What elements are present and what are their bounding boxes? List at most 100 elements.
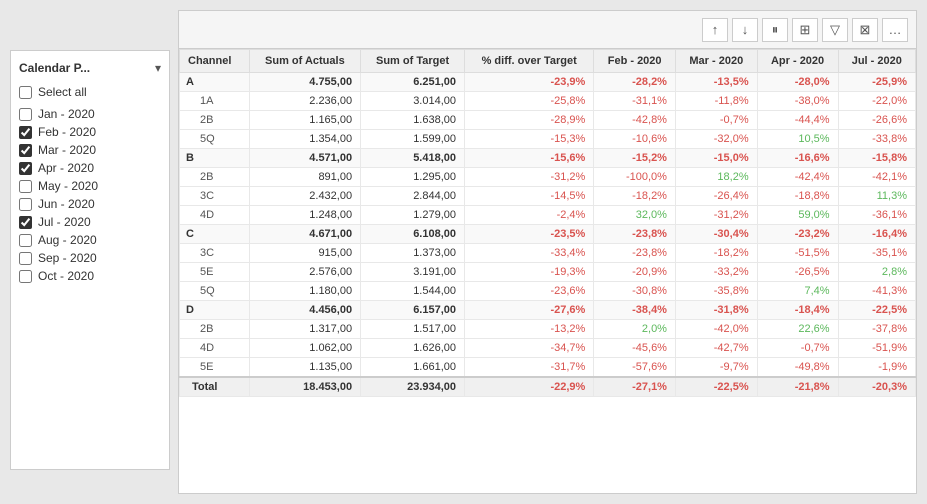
sidebar-item[interactable]: Aug - 2020 (19, 231, 161, 249)
table-cell: 5E (180, 263, 250, 282)
sidebar-collapse-icon[interactable]: ▾ (155, 61, 161, 75)
table-row: 5E2.576,003.191,00-19,3%-20,9%-33,2%-26,… (180, 263, 916, 282)
sidebar-item[interactable]: Jun - 2020 (19, 195, 161, 213)
table-cell: Total (180, 377, 250, 397)
table-cell: -15,6% (465, 149, 594, 168)
filter-label[interactable]: Sep - 2020 (38, 251, 97, 265)
sidebar-items-list: Jan - 2020 Feb - 2020 Mar - 2020 Apr - 2020… (19, 105, 161, 285)
filter-checkbox[interactable] (19, 144, 32, 157)
table-cell: 2.576,00 (249, 263, 360, 282)
table-cell: 3.191,00 (361, 263, 465, 282)
table-cell: 10,5% (757, 130, 838, 149)
table-cell: -57,6% (594, 358, 676, 378)
table-cell: 1.373,00 (361, 244, 465, 263)
export-button[interactable]: ⊠ (852, 18, 878, 42)
table-cell: -51,5% (757, 244, 838, 263)
table-cell: 6.251,00 (361, 73, 465, 92)
table-row: 4D1.248,001.279,00-2,4%32,0%-31,2%59,0%-… (180, 206, 916, 225)
toolbar: ↑ ↓ ⏸ ⊞ ▽ ⊠ … (178, 10, 917, 48)
table-cell: -36,1% (838, 206, 915, 225)
table-cell: -23,5% (465, 225, 594, 244)
table-cell: -13,2% (465, 320, 594, 339)
filter-checkbox[interactable] (19, 126, 32, 139)
table-cell: -31,2% (675, 206, 757, 225)
table-cell: 11,3% (838, 187, 915, 206)
filter-checkbox[interactable] (19, 234, 32, 247)
table-body: A4.755,006.251,00-23,9%-28,2%-13,5%-28,0… (180, 73, 916, 397)
table-cell: -25,9% (838, 73, 915, 92)
filter-label[interactable]: Jul - 2020 (38, 215, 91, 229)
table-cell: 1.062,00 (249, 339, 360, 358)
table-cell: -2,4% (465, 206, 594, 225)
sidebar-item[interactable]: Oct - 2020 (19, 267, 161, 285)
table-header: ChannelSum of ActualsSum of Target% diff… (180, 50, 916, 73)
table-cell: 2.844,00 (361, 187, 465, 206)
table-cell: -18,4% (757, 301, 838, 320)
filter-label[interactable]: Mar - 2020 (38, 143, 96, 157)
filter-checkbox[interactable] (19, 198, 32, 211)
table-row: 5Q1.180,001.544,00-23,6%-30,8%-35,8%7,4%… (180, 282, 916, 301)
more-button[interactable]: … (882, 18, 908, 42)
filter-label[interactable]: Feb - 2020 (38, 125, 96, 139)
sidebar-item[interactable]: Apr - 2020 (19, 159, 161, 177)
sidebar-item[interactable]: Mar - 2020 (19, 141, 161, 159)
table-cell: 1.279,00 (361, 206, 465, 225)
table-row: C4.671,006.108,00-23,5%-23,8%-30,4%-23,2… (180, 225, 916, 244)
filter-checkbox[interactable] (19, 108, 32, 121)
table-cell: 32,0% (594, 206, 676, 225)
table-cell: 4D (180, 206, 250, 225)
sidebar-item[interactable]: May - 2020 (19, 177, 161, 195)
table-cell: 5.418,00 (361, 149, 465, 168)
table-cell: 7,4% (757, 282, 838, 301)
sidebar-item[interactable]: Feb - 2020 (19, 123, 161, 141)
grid-button[interactable]: ⊞ (792, 18, 818, 42)
filter-button[interactable]: ▽ (822, 18, 848, 42)
filter-label[interactable]: Oct - 2020 (38, 269, 94, 283)
filter-checkbox[interactable] (19, 252, 32, 265)
sort-asc-button[interactable]: ↑ (702, 18, 728, 42)
filter-label[interactable]: Jan - 2020 (38, 107, 95, 121)
table-cell: -27,6% (465, 301, 594, 320)
sidebar-item[interactable]: Jul - 2020 (19, 213, 161, 231)
table-cell: -23,8% (594, 225, 676, 244)
table-cell: -42,7% (675, 339, 757, 358)
table-cell: 1.638,00 (361, 111, 465, 130)
select-all-item[interactable]: Select all (19, 83, 161, 101)
sidebar-header: Calendar P... ▾ (19, 61, 161, 75)
filter-checkbox[interactable] (19, 270, 32, 283)
filter-label[interactable]: Jun - 2020 (38, 197, 95, 211)
table-cell: 4.571,00 (249, 149, 360, 168)
table-cell: 4.755,00 (249, 73, 360, 92)
table-row: D4.456,006.157,00-27,6%-38,4%-31,8%-18,4… (180, 301, 916, 320)
table-cell: -23,2% (757, 225, 838, 244)
table-cell: -14,5% (465, 187, 594, 206)
table-cell: 4D (180, 339, 250, 358)
filter-label[interactable]: May - 2020 (38, 179, 98, 193)
table-cell: -22,5% (838, 301, 915, 320)
table-cell: 3C (180, 244, 250, 263)
filter-checkbox[interactable] (19, 180, 32, 193)
table-cell: -20,9% (594, 263, 676, 282)
table-cell: 4.456,00 (249, 301, 360, 320)
table-cell: -15,8% (838, 149, 915, 168)
filter-label[interactable]: Apr - 2020 (38, 161, 94, 175)
sort-desc-button[interactable]: ↓ (732, 18, 758, 42)
filter-label[interactable]: Aug - 2020 (38, 233, 97, 247)
sidebar-item[interactable]: Jan - 2020 (19, 105, 161, 123)
table-cell: -42,1% (838, 168, 915, 187)
table-cell: -19,3% (465, 263, 594, 282)
table-cell: -38,0% (757, 92, 838, 111)
select-all-label[interactable]: Select all (38, 85, 87, 99)
filter-checkbox[interactable] (19, 162, 32, 175)
table-cell: -27,1% (594, 377, 676, 397)
select-all-checkbox[interactable] (19, 86, 32, 99)
filter-checkbox[interactable] (19, 216, 32, 229)
table-cell: 22,6% (757, 320, 838, 339)
table-cell: -28,0% (757, 73, 838, 92)
table-cell: 5Q (180, 130, 250, 149)
sidebar-item[interactable]: Sep - 2020 (19, 249, 161, 267)
table-cell: -15,0% (675, 149, 757, 168)
table-cell: -18,8% (757, 187, 838, 206)
table-cell: 915,00 (249, 244, 360, 263)
pause-button[interactable]: ⏸ (762, 18, 788, 42)
